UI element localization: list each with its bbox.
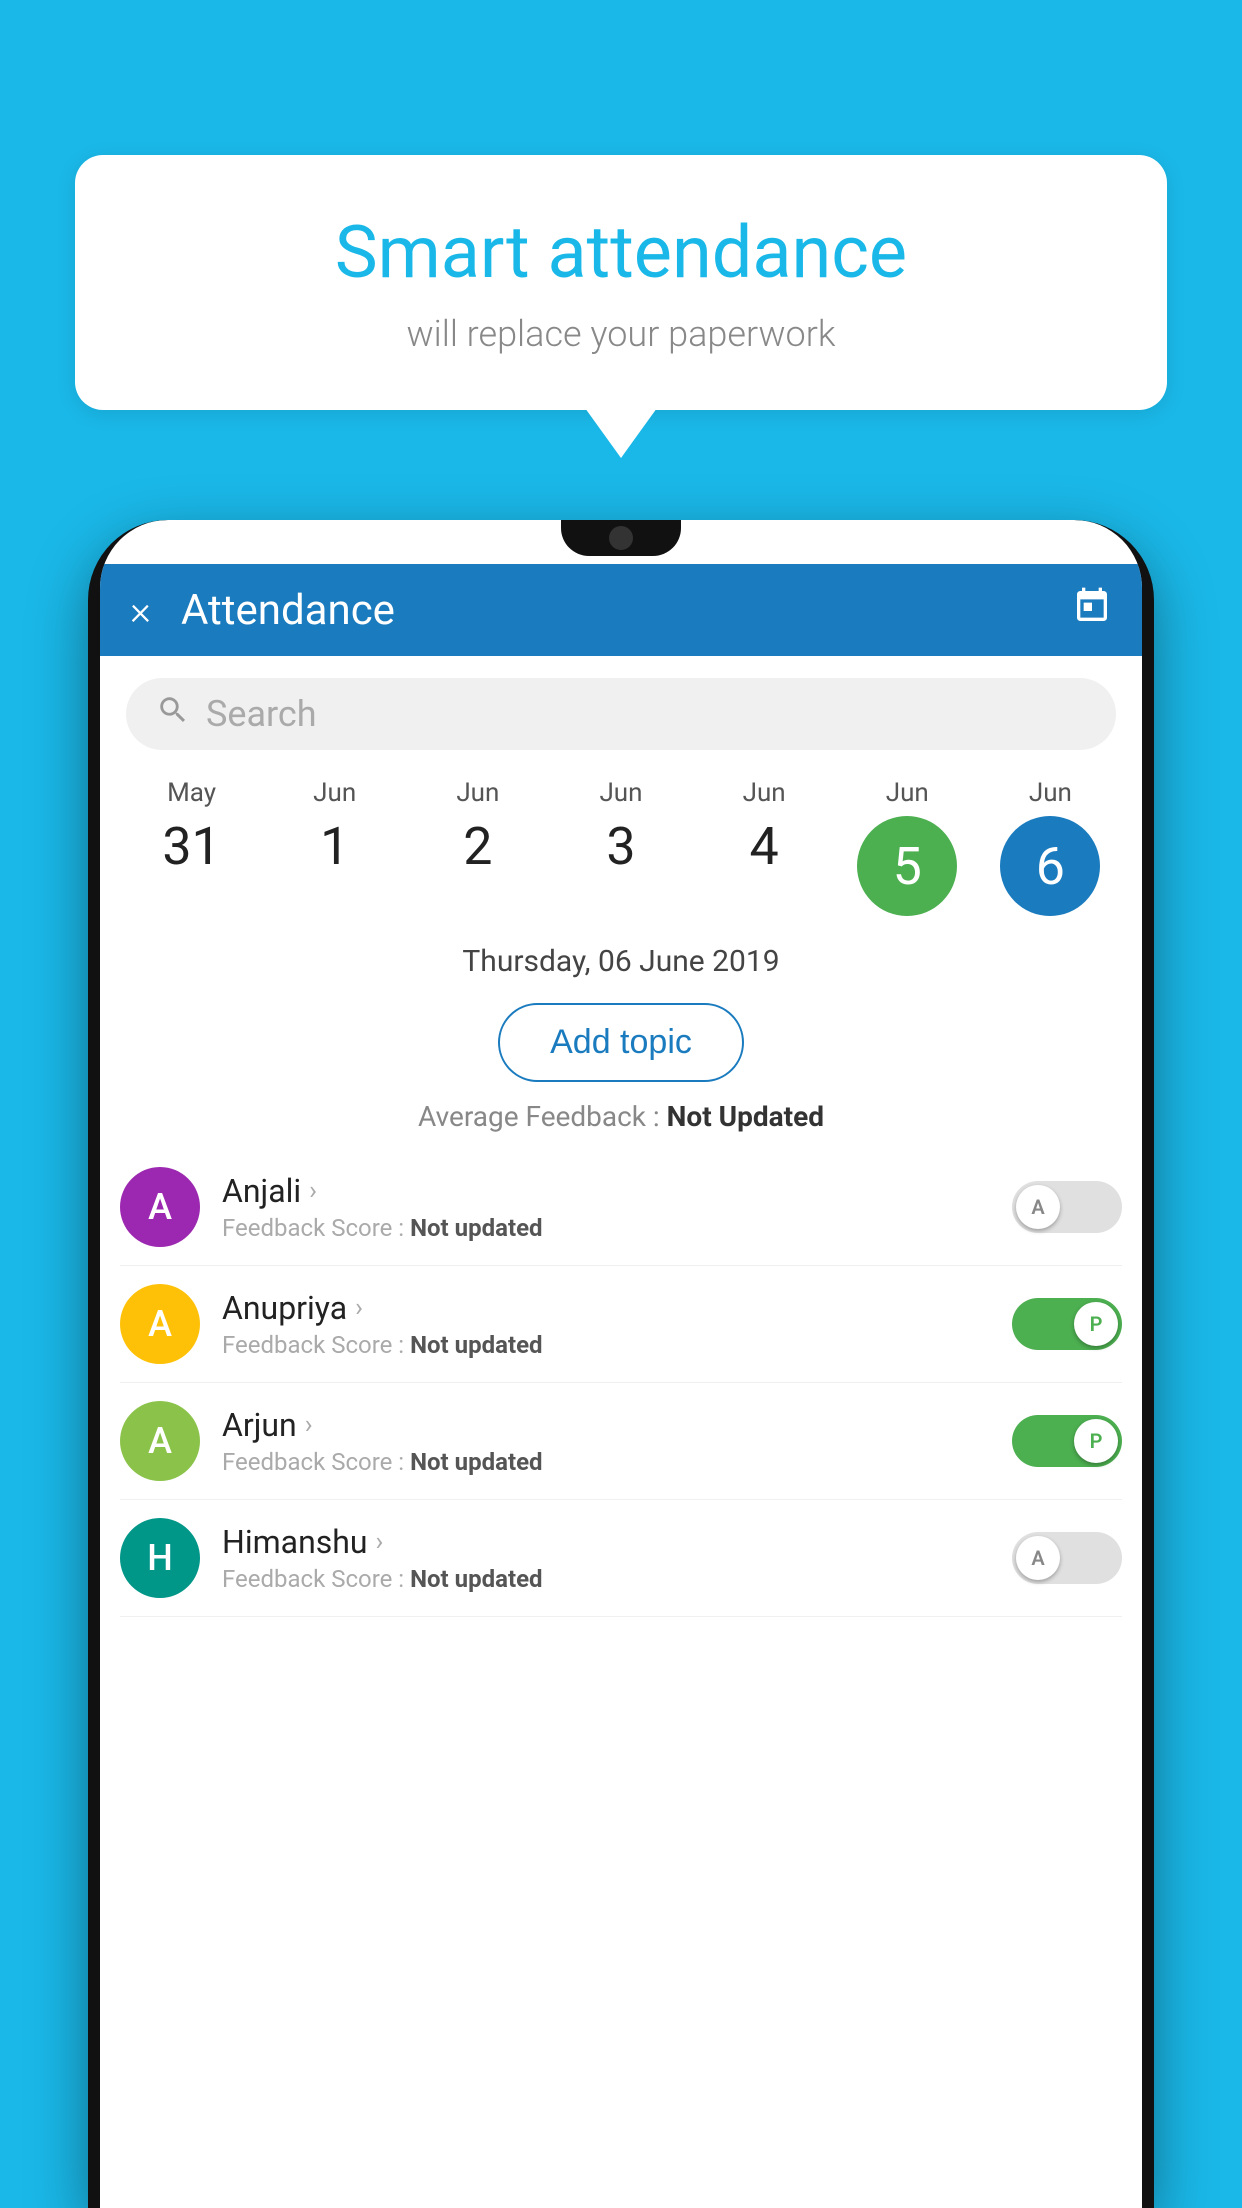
wifi-icon: ▾	[1055, 530, 1065, 554]
attendance-toggle[interactable]: A	[1012, 1181, 1122, 1233]
table-row[interactable]: A Arjun › Feedback Score : Not updated P	[120, 1383, 1122, 1500]
student-feedback: Feedback Score : Not updated	[222, 1331, 1012, 1359]
search-icon	[156, 693, 190, 736]
status-icons: ▾ ▲ ▮	[1055, 530, 1112, 555]
bubble-title: Smart attendance	[135, 210, 1107, 295]
bubble-subtitle: will replace your paperwork	[135, 313, 1107, 355]
date-month: Jun	[599, 778, 642, 808]
date-circle-green: 5	[857, 816, 957, 916]
student-name: Himanshu ›	[222, 1523, 1012, 1561]
phone-frame: 14:29 ▾ ▲ ▮ × Attendance	[88, 520, 1154, 2208]
student-feedback: Feedback Score : Not updated	[222, 1448, 1012, 1476]
date-item-may31[interactable]: May 31	[127, 778, 257, 877]
avatar: H	[120, 1518, 200, 1598]
speech-bubble-container: Smart attendance will replace your paper…	[75, 155, 1167, 410]
search-placeholder: Search	[206, 693, 317, 735]
date-number: 4	[750, 816, 779, 877]
student-info: Arjun › Feedback Score : Not updated	[222, 1406, 1012, 1476]
date-item-jun5[interactable]: Jun 5	[842, 778, 972, 916]
chevron-right-icon: ›	[309, 1176, 317, 1206]
app-bar: × Attendance	[100, 564, 1142, 656]
status-time: 14:29	[130, 528, 191, 556]
date-item-jun3[interactable]: Jun 3	[556, 778, 686, 877]
date-item-jun6[interactable]: Jun 6	[985, 778, 1115, 916]
table-row[interactable]: A Anupriya › Feedback Score : Not update…	[120, 1266, 1122, 1383]
date-number: 1	[320, 816, 349, 877]
attendance-toggle[interactable]: P	[1012, 1298, 1122, 1350]
avg-feedback: Average Feedback : Not Updated	[100, 1100, 1142, 1133]
app-bar-title: Attendance	[181, 586, 1072, 635]
date-month: Jun	[1029, 778, 1072, 808]
calendar-icon[interactable]	[1072, 586, 1112, 635]
toggle-knob: P	[1074, 1419, 1118, 1463]
student-name: Arjun ›	[222, 1406, 1012, 1444]
toggle-on[interactable]: P	[1012, 1298, 1122, 1350]
student-feedback: Feedback Score : Not updated	[222, 1565, 1012, 1593]
date-number: 2	[463, 816, 492, 877]
student-list: A Anjali › Feedback Score : Not updated …	[100, 1149, 1142, 1617]
search-bar[interactable]: Search	[126, 678, 1116, 750]
student-name: Anupriya ›	[222, 1289, 1012, 1327]
date-item-jun2[interactable]: Jun 2	[413, 778, 543, 877]
avatar: A	[120, 1167, 200, 1247]
attendance-toggle[interactable]: P	[1012, 1415, 1122, 1467]
signal-icon: ▲	[1073, 530, 1093, 555]
close-button[interactable]: ×	[130, 587, 151, 634]
add-topic-button[interactable]: Add topic	[498, 1003, 744, 1082]
date-strip: May 31 Jun 1 Jun 2 Jun 3 Jun 4	[100, 760, 1142, 916]
table-row[interactable]: H Himanshu › Feedback Score : Not update…	[120, 1500, 1122, 1617]
toggle-off[interactable]: A	[1012, 1532, 1122, 1584]
date-month: Jun	[743, 778, 786, 808]
table-row[interactable]: A Anjali › Feedback Score : Not updated …	[120, 1149, 1122, 1266]
chevron-right-icon: ›	[305, 1410, 313, 1440]
date-item-jun1[interactable]: Jun 1	[270, 778, 400, 877]
toggle-knob: A	[1016, 1536, 1060, 1580]
speech-bubble: Smart attendance will replace your paper…	[75, 155, 1167, 410]
date-month: May	[167, 778, 216, 808]
date-number: 31	[162, 816, 220, 877]
avatar: A	[120, 1401, 200, 1481]
date-circle-blue: 6	[1000, 816, 1100, 916]
date-month: Jun	[456, 778, 499, 808]
date-number: 3	[606, 816, 635, 877]
toggle-off[interactable]: A	[1012, 1181, 1122, 1233]
notch-camera	[609, 526, 633, 550]
student-info: Himanshu › Feedback Score : Not updated	[222, 1523, 1012, 1593]
date-month: Jun	[886, 778, 929, 808]
selected-date: Thursday, 06 June 2019	[100, 916, 1142, 993]
toggle-knob: A	[1016, 1185, 1060, 1229]
screen-content: Search May 31 Jun 1 Jun 2 Jun 3	[100, 656, 1142, 1617]
date-month: Jun	[313, 778, 356, 808]
toggle-knob: P	[1074, 1302, 1118, 1346]
student-feedback: Feedback Score : Not updated	[222, 1214, 1012, 1242]
student-info: Anupriya › Feedback Score : Not updated	[222, 1289, 1012, 1359]
avatar: A	[120, 1284, 200, 1364]
chevron-right-icon: ›	[376, 1527, 384, 1557]
student-info: Anjali › Feedback Score : Not updated	[222, 1172, 1012, 1242]
phone-inner: 14:29 ▾ ▲ ▮ × Attendance	[100, 520, 1142, 2208]
phone-notch	[561, 520, 681, 556]
chevron-right-icon: ›	[355, 1293, 363, 1323]
date-item-jun4[interactable]: Jun 4	[699, 778, 829, 877]
battery-icon: ▮	[1101, 530, 1112, 554]
student-name: Anjali ›	[222, 1172, 1012, 1210]
attendance-toggle[interactable]: A	[1012, 1532, 1122, 1584]
toggle-on[interactable]: P	[1012, 1415, 1122, 1467]
